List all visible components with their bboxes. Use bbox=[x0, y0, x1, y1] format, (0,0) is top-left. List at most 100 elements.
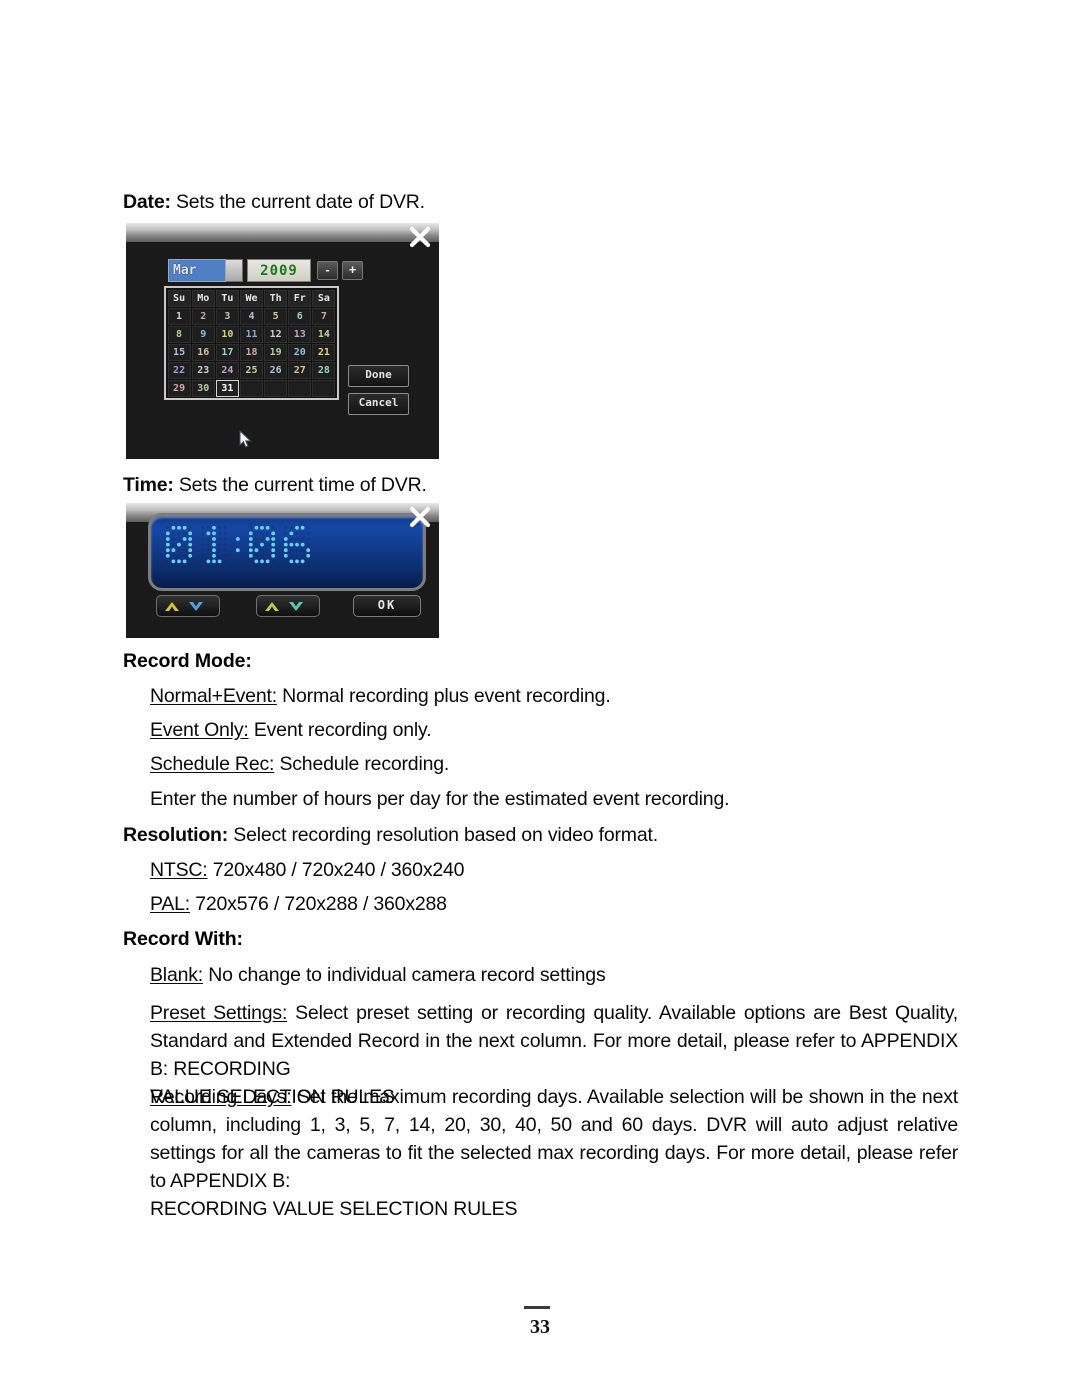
calendar-day[interactable]: 18 bbox=[239, 343, 264, 361]
record-with-item-recording-days: Recording Days: Set the maximum recordin… bbox=[150, 1083, 958, 1223]
minute-stepper[interactable] bbox=[256, 595, 320, 617]
led-digit bbox=[165, 525, 193, 569]
close-icon[interactable] bbox=[409, 506, 431, 528]
calendar-weekday-row: Su Mo Tu We Th Fr Sa bbox=[167, 289, 336, 307]
calendar-day[interactable]: 15 bbox=[167, 343, 191, 361]
month-value: Mar bbox=[173, 263, 197, 278]
calendar-day[interactable]: 8 bbox=[167, 325, 191, 343]
cancel-button[interactable]: Cancel bbox=[348, 393, 409, 415]
term-desc: Event recording only. bbox=[248, 719, 432, 741]
calendar-day[interactable]: 2 bbox=[191, 307, 215, 325]
minute-up-icon[interactable] bbox=[260, 599, 284, 614]
hour-up-icon[interactable] bbox=[160, 599, 184, 614]
term-label: Schedule Rec: bbox=[150, 753, 275, 775]
calendar-day[interactable]: 27 bbox=[288, 361, 312, 379]
calendar-day[interactable]: 22 bbox=[167, 361, 191, 379]
calendar-weekday: Sa bbox=[312, 289, 336, 307]
calendar-day[interactable]: 25 bbox=[239, 361, 264, 379]
led-digit bbox=[200, 525, 228, 569]
calendar-day[interactable]: 13 bbox=[288, 325, 312, 343]
resolution-item-ntsc: NTSC: 720x480 / 720x240 / 360x240 bbox=[150, 858, 465, 883]
term-label: Normal+Event: bbox=[150, 685, 277, 707]
done-button[interactable]: Done bbox=[348, 365, 409, 387]
resolution-lead: Resolution: bbox=[123, 824, 229, 846]
calendar-grid[interactable]: Su Mo Tu We Th Fr Sa 1 2 3 4 5 6 7 8 9 10 11 12 13 14 15 16 17 1… bbox=[164, 286, 339, 400]
record-with-item-blank: Blank: No change to individual camera re… bbox=[150, 963, 606, 988]
record-mode-item-normal-event: Normal+Event: Normal recording plus even… bbox=[150, 684, 611, 709]
calendar-week-row: 22 23 24 25 26 27 28 bbox=[167, 361, 336, 379]
calendar-day[interactable]: 3 bbox=[215, 307, 239, 325]
page-number: 33 bbox=[530, 1316, 550, 1338]
mouse-cursor-icon bbox=[239, 429, 252, 449]
calendar-week-row: 29 30 31 bbox=[167, 379, 336, 397]
resolution-line: Resolution: Select recording resolution … bbox=[123, 823, 658, 848]
led-colon bbox=[235, 525, 241, 569]
term-label: NTSC: bbox=[150, 859, 208, 881]
term-label: Blank: bbox=[150, 964, 203, 986]
year-field[interactable]: 2009 bbox=[247, 259, 311, 282]
calendar-day[interactable]: 14 bbox=[312, 325, 336, 343]
month-dropdown-arrow-icon[interactable] bbox=[225, 259, 243, 282]
calendar-day-empty bbox=[288, 379, 312, 397]
document-page: Date: Sets the current date of DVR. Mar … bbox=[0, 0, 1080, 1397]
year-decrement-button[interactable]: - bbox=[317, 261, 338, 280]
calendar-week-row: 8 9 10 11 12 13 14 bbox=[167, 325, 336, 343]
hour-stepper[interactable] bbox=[156, 595, 220, 617]
calendar-weekday: Su bbox=[167, 289, 191, 307]
ok-button[interactable]: OK bbox=[353, 595, 421, 617]
term-desc: 720x480 / 720x240 / 360x240 bbox=[207, 859, 465, 881]
month-dropdown[interactable]: Mar bbox=[168, 259, 226, 282]
date-caption-lead: Date: bbox=[123, 191, 171, 213]
calendar-day[interactable]: 24 bbox=[215, 361, 239, 379]
year-value: 2009 bbox=[260, 262, 298, 279]
calendar-day[interactable]: 29 bbox=[167, 379, 191, 397]
calendar-day[interactable]: 30 bbox=[191, 379, 215, 397]
calendar-day[interactable]: 23 bbox=[191, 361, 215, 379]
term-label: Recording Days: bbox=[150, 1086, 292, 1108]
calendar-day[interactable]: 5 bbox=[264, 307, 288, 325]
led-digit bbox=[283, 525, 311, 569]
calendar-day[interactable]: 11 bbox=[239, 325, 264, 343]
year-increment-button[interactable]: + bbox=[342, 261, 363, 280]
term-label: Preset Settings: bbox=[150, 1002, 288, 1024]
hour-down-icon[interactable] bbox=[184, 599, 208, 614]
calendar-day[interactable]: 26 bbox=[264, 361, 288, 379]
calendar-day[interactable]: 6 bbox=[288, 307, 312, 325]
clock-controls: OK bbox=[126, 595, 439, 621]
time-caption-text: Sets the current time of DVR. bbox=[173, 474, 427, 496]
term-desc-lastline: RECORDING VALUE SELECTION RULES bbox=[150, 1198, 518, 1220]
calendar-day[interactable]: 16 bbox=[191, 343, 215, 361]
date-caption: Date: Sets the current date of DVR. bbox=[123, 190, 425, 215]
resolution-item-pal: PAL: 720x576 / 720x288 / 360x288 bbox=[150, 892, 447, 917]
calendar-weekday: Th bbox=[264, 289, 288, 307]
calendar-day[interactable]: 28 bbox=[312, 361, 336, 379]
calendar-day[interactable]: 9 bbox=[191, 325, 215, 343]
calendar-day[interactable]: 19 bbox=[264, 343, 288, 361]
time-caption: Time: Sets the current time of DVR. bbox=[123, 473, 427, 498]
calendar-day[interactable]: 21 bbox=[312, 343, 336, 361]
calendar-weekday: Tu bbox=[215, 289, 239, 307]
calendar-day[interactable]: 20 bbox=[288, 343, 312, 361]
minute-down-icon[interactable] bbox=[284, 599, 308, 614]
term-desc: 720x576 / 720x288 / 360x288 bbox=[190, 893, 447, 915]
calendar-day[interactable]: 17 bbox=[215, 343, 239, 361]
calendar-day[interactable]: 12 bbox=[264, 325, 288, 343]
dialog-titlebar bbox=[126, 223, 439, 242]
calendar-day[interactable]: 10 bbox=[215, 325, 239, 343]
record-mode-item-schedule-rec: Schedule Rec: Schedule recording. bbox=[150, 752, 449, 777]
calendar-day[interactable]: 4 bbox=[239, 307, 264, 325]
term-desc: Schedule recording. bbox=[274, 753, 450, 775]
calendar-day[interactable]: 1 bbox=[167, 307, 191, 325]
close-icon[interactable] bbox=[409, 226, 431, 248]
record-mode-heading: Record Mode: bbox=[123, 650, 252, 672]
term-label: PAL: bbox=[150, 893, 191, 915]
calendar-week-row: 15 16 17 18 19 20 21 bbox=[167, 343, 336, 361]
led-digit bbox=[248, 525, 276, 569]
date-dialog-screenshot: Mar 2009 - + Su Mo Tu We Th Fr Sa 1 2 3 4 5 6 7 8 9 10 11… bbox=[126, 223, 439, 459]
calendar-day[interactable]: 31 bbox=[215, 379, 239, 397]
term-desc: Normal recording plus event recording. bbox=[276, 685, 611, 707]
resolution-text: Select recording resolution based on vid… bbox=[228, 824, 658, 846]
calendar-day[interactable]: 7 bbox=[312, 307, 336, 325]
calendar-day-empty bbox=[239, 379, 264, 397]
term-label: Event Only: bbox=[150, 719, 249, 741]
